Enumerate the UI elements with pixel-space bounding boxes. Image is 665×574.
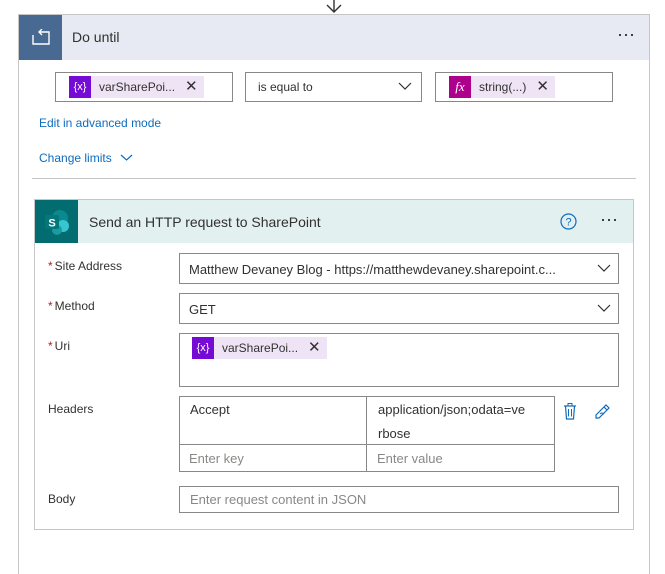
site-address-dropdown[interactable]: Matthew Devaney Blog - https://matthewde… — [179, 253, 619, 284]
remove-token-icon[interactable]: ✕ — [308, 340, 321, 355]
svg-text:?: ? — [565, 217, 571, 229]
site-address-label-text: Site Address — [54, 259, 123, 273]
variable-icon: {x} — [69, 76, 91, 98]
divider — [32, 178, 636, 179]
remove-token-icon[interactable]: ✕ — [185, 79, 198, 94]
body-placeholder: Enter request content in JSON — [190, 492, 367, 507]
expression-token-label: string(...) — [479, 80, 527, 94]
chevron-down-icon[interactable] — [120, 153, 133, 162]
header-value-cell-wrap: rbose — [378, 426, 411, 441]
variable-token[interactable]: {x} varSharePoi... ✕ — [192, 337, 327, 359]
trash-icon[interactable] — [563, 403, 577, 420]
uri-label-text: Uri — [54, 339, 70, 353]
edit-advanced-mode-link[interactable]: Edit in advanced mode — [39, 116, 161, 130]
do-until-title: Do until — [72, 29, 120, 45]
required-marker: * — [48, 259, 53, 273]
method-label-text: Method — [54, 299, 95, 313]
required-marker: * — [48, 339, 53, 353]
do-until-more-menu[interactable]: ⋯ — [617, 26, 636, 44]
condition-operator-value: is equal to — [258, 80, 313, 94]
sharepoint-icon: S — [35, 200, 78, 243]
condition-right-operand[interactable]: fx string(...) ✕ — [435, 72, 613, 102]
headers-column-divider — [366, 396, 367, 472]
chevron-down-icon — [398, 82, 412, 90]
method-value: GET — [189, 302, 216, 317]
uri-input[interactable]: {x} varSharePoi... ✕ — [179, 333, 619, 387]
header-key-input[interactable]: Enter key — [189, 451, 244, 466]
svg-text:S: S — [48, 217, 55, 229]
uri-label: * Uri — [48, 339, 70, 353]
condition-operator-dropdown[interactable]: is equal to — [245, 72, 422, 102]
arrow-down-icon — [326, 0, 342, 13]
help-icon[interactable]: ? — [560, 213, 577, 230]
expression-token[interactable]: fx string(...) ✕ — [449, 76, 555, 98]
http-request-title: Send an HTTP request to SharePoint — [89, 214, 321, 230]
body-input[interactable]: Enter request content in JSON — [179, 486, 619, 513]
variable-token-label: varSharePoi... — [222, 341, 299, 355]
loop-icon — [19, 15, 62, 60]
chevron-down-icon — [597, 304, 611, 312]
headers-label: Headers — [48, 402, 94, 416]
method-dropdown[interactable]: GET — [179, 293, 619, 324]
header-value-input[interactable]: Enter value — [377, 451, 443, 466]
headers-row-divider — [179, 444, 555, 445]
header-value-cell[interactable]: application/json;odata=ve — [378, 402, 525, 417]
site-address-value: Matthew Devaney Blog - https://matthewde… — [189, 262, 556, 277]
variable-token[interactable]: {x} varSharePoi... ✕ — [69, 76, 204, 98]
method-label: * Method — [48, 299, 95, 313]
remove-token-icon[interactable]: ✕ — [536, 79, 549, 94]
change-limits-link[interactable]: Change limits — [39, 151, 112, 165]
http-request-more-menu[interactable]: ⋯ — [600, 211, 619, 229]
condition-left-operand[interactable]: {x} varSharePoi... ✕ — [55, 72, 233, 102]
chevron-down-icon — [597, 264, 611, 272]
fx-icon: fx — [449, 76, 471, 98]
variable-icon: {x} — [192, 337, 214, 359]
site-address-label: * Site Address — [48, 259, 122, 273]
switch-to-text-mode-icon[interactable] — [594, 403, 612, 419]
body-label: Body — [48, 492, 76, 506]
header-key-cell[interactable]: Accept — [190, 402, 230, 417]
variable-token-label: varSharePoi... — [99, 80, 176, 94]
required-marker: * — [48, 299, 53, 313]
